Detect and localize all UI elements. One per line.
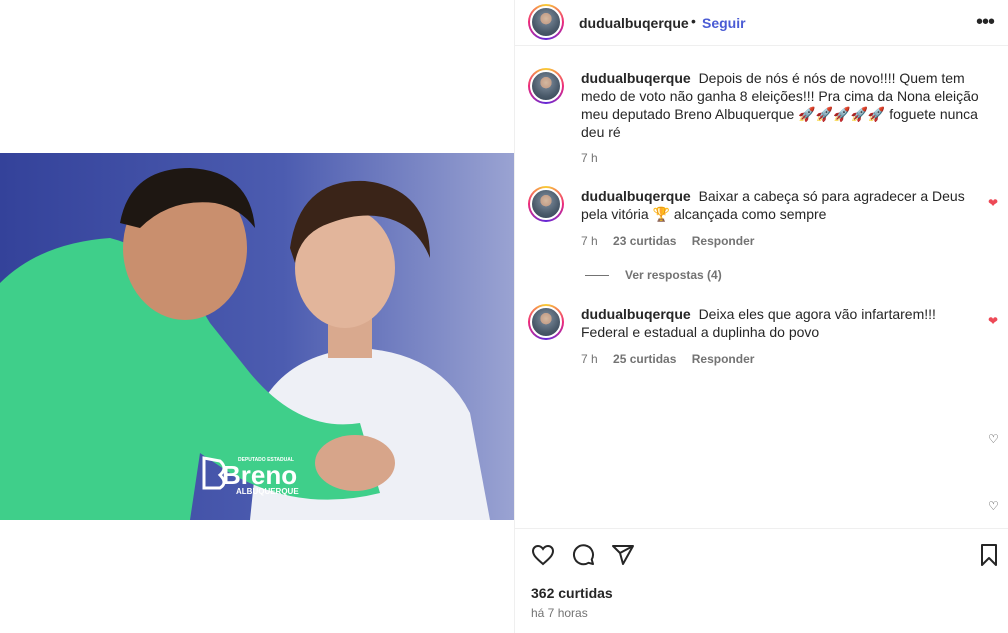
- author-username[interactable]: dudualbuqerque: [579, 15, 689, 31]
- bookmark-icon[interactable]: [977, 543, 1001, 572]
- heart-outline-icon[interactable]: ♡: [988, 432, 999, 446]
- comment-icon[interactable]: [571, 543, 595, 572]
- follow-button[interactable]: Seguir: [702, 15, 746, 31]
- view-replies-label: Ver respostas (4): [625, 268, 722, 282]
- action-bar: 362 curtidas há 7 horas: [515, 528, 1008, 633]
- comment-likes[interactable]: 25 curtidas: [613, 352, 676, 366]
- comment-text-block: dudualbuqerque Baixar a cabeça só para a…: [581, 187, 981, 223]
- author-avatar[interactable]: [528, 4, 564, 40]
- media-area: DEPUTADO ESTADUAL Breno ALBUQUERQUE: [0, 0, 514, 633]
- comment-meta: 7 h 23 curtidas Responder: [581, 234, 766, 248]
- comment-time: 7 h: [581, 352, 598, 366]
- heart-icon[interactable]: ❤: [988, 314, 998, 328]
- post-header: dudualbuqerque • Seguir •••: [515, 0, 1008, 46]
- separator-dot: •: [691, 13, 696, 29]
- comment-1: dudualbuqerque Baixar a cabeça só para a…: [515, 186, 1008, 256]
- reply-button[interactable]: Responder: [692, 352, 755, 366]
- comment-username[interactable]: dudualbuqerque: [581, 188, 691, 204]
- caption-time: 7 h: [581, 151, 598, 165]
- caption-username[interactable]: dudualbuqerque: [581, 70, 691, 86]
- caption-text-block: dudualbuqerque Depois de nós é nós de no…: [581, 69, 981, 141]
- brand-sub-text: ALBUQUERQUE: [236, 487, 299, 496]
- replies-divider: [585, 274, 609, 276]
- likes-count[interactable]: 362 curtidas: [531, 585, 613, 601]
- more-horizontal-icon[interactable]: •••: [976, 12, 995, 32]
- comment-text-block: dudualbuqerque Deixa eles que agora vão …: [581, 305, 981, 341]
- view-replies-button[interactable]: Ver respostas (4): [585, 268, 722, 282]
- comment-2: dudualbuqerque Deixa eles que agora vão …: [515, 304, 1008, 374]
- heart-outline-icon[interactable]: ♡: [988, 499, 999, 513]
- share-icon[interactable]: [611, 543, 635, 572]
- comment-avatar[interactable]: [528, 304, 564, 340]
- post-photo[interactable]: DEPUTADO ESTADUAL Breno ALBUQUERQUE: [0, 153, 514, 520]
- brand-name-text: Breno: [222, 460, 297, 490]
- caption: dudualbuqerque Depois de nós é nós de no…: [515, 68, 1008, 168]
- post-time: há 7 horas: [531, 606, 588, 620]
- comment-meta: 7 h 25 curtidas Responder: [581, 352, 766, 366]
- post-panel: dudualbuqerque • Seguir ••• dudualbuqerq…: [514, 0, 1008, 633]
- comment-avatar[interactable]: [528, 186, 564, 222]
- comment-time: 7 h: [581, 234, 598, 248]
- heart-icon[interactable]: [531, 543, 555, 572]
- photo-illustration: DEPUTADO ESTADUAL Breno ALBUQUERQUE: [0, 153, 514, 520]
- heart-icon[interactable]: ❤: [988, 196, 998, 210]
- reply-button[interactable]: Responder: [692, 234, 755, 248]
- caption-meta: 7 h: [581, 151, 610, 165]
- comment-likes[interactable]: 23 curtidas: [613, 234, 676, 248]
- caption-avatar[interactable]: [528, 68, 564, 104]
- comment-username[interactable]: dudualbuqerque: [581, 306, 691, 322]
